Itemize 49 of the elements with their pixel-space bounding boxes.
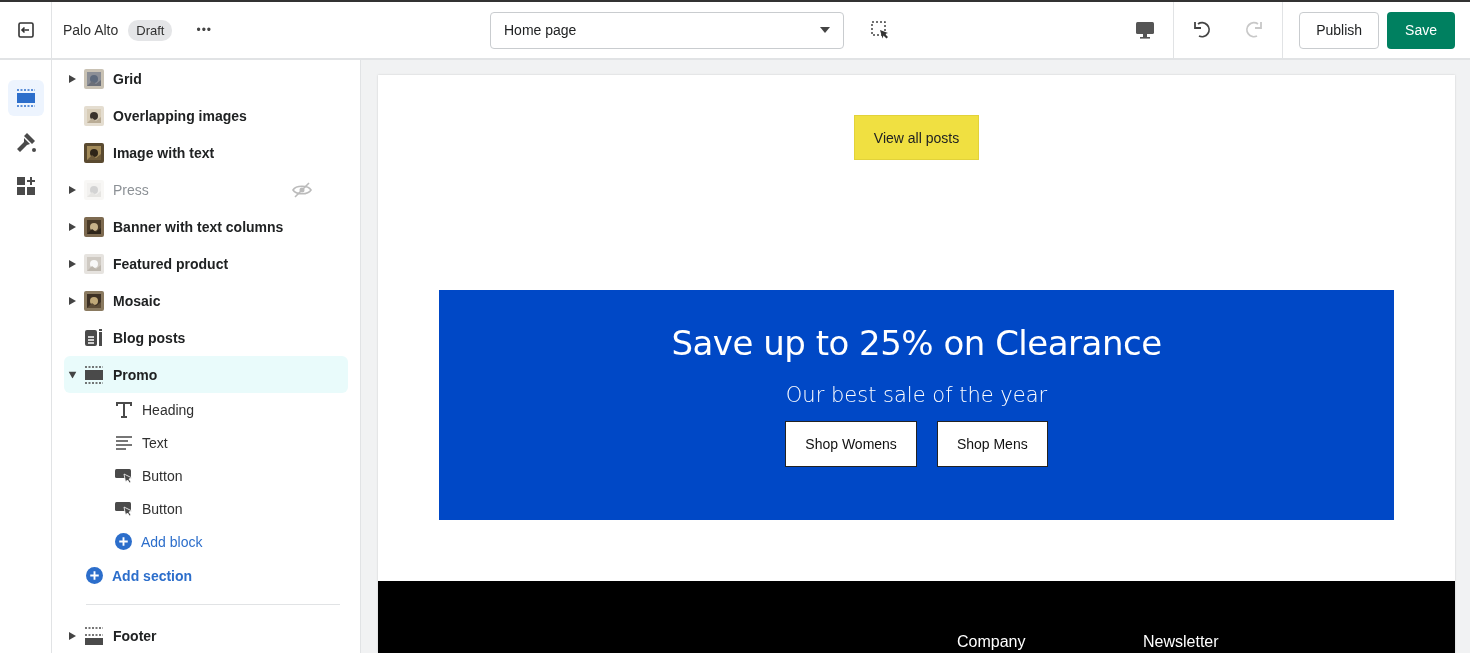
caret-icon[interactable] <box>69 259 76 268</box>
block-item[interactable]: Text <box>64 426 348 459</box>
footer-column-heading: Company <box>957 633 1026 651</box>
section-item[interactable]: Promo <box>64 356 348 393</box>
plus-circle-icon <box>115 533 132 550</box>
caret-icon[interactable] <box>69 631 76 640</box>
shop-button[interactable]: Shop Womens <box>785 421 917 467</box>
section-item[interactable]: Overlapping images <box>64 97 348 134</box>
publish-button[interactable]: Publish <box>1299 11 1380 49</box>
block-item[interactable]: Heading <box>64 393 348 426</box>
section-item[interactable]: Blog posts <box>64 319 348 356</box>
desktop-icon[interactable] <box>1135 21 1156 39</box>
status-badge: Draft <box>128 19 173 41</box>
caret-icon[interactable] <box>69 74 76 83</box>
view-all-posts-button[interactable]: View all posts <box>853 115 980 160</box>
store-name: Palo Alto <box>63 22 119 38</box>
footer-layout-icon <box>84 625 104 646</box>
text-t-icon <box>115 400 133 419</box>
shop-button[interactable]: Shop Mens <box>936 421 1048 467</box>
button-cursor-icon <box>115 467 133 484</box>
caret-icon[interactable] <box>69 185 76 194</box>
footer-column-heading: Newsletter <box>1143 633 1219 651</box>
more-button[interactable]: ••• <box>194 21 215 39</box>
button-cursor-icon <box>115 500 133 517</box>
caret-icon[interactable] <box>68 371 77 378</box>
section-item[interactable]: Image with text <box>64 134 348 171</box>
save-button[interactable]: Save <box>1387 11 1455 49</box>
block-item[interactable]: Button <box>64 492 348 525</box>
sections-icon[interactable] <box>7 80 44 116</box>
section-item[interactable]: Grid <box>64 60 348 97</box>
text-lines-icon <box>115 435 133 450</box>
add-block-link[interactable]: Add block <box>115 525 203 558</box>
caret-icon[interactable] <box>69 296 76 305</box>
section-item[interactable]: Featured product <box>64 245 348 282</box>
section-item[interactable]: Footer <box>64 617 348 653</box>
page-select[interactable]: Home page <box>490 11 844 49</box>
caret-icon <box>820 27 830 33</box>
promo-heading: Save up to 25% on Clearance <box>671 323 1162 363</box>
blog-posts-icon <box>84 327 104 348</box>
exit-icon[interactable] <box>15 20 36 40</box>
select-element-icon[interactable] <box>870 20 890 40</box>
promo-subheading: Our best sale of the year <box>785 383 1048 407</box>
section-item[interactable]: Banner with text columns <box>64 208 348 245</box>
section-layout-icon <box>84 364 104 385</box>
section-item[interactable]: Mosaic <box>64 282 348 319</box>
block-item[interactable]: Button <box>64 459 348 492</box>
caret-icon[interactable] <box>69 222 76 231</box>
add-section-link[interactable]: Add section <box>86 558 193 593</box>
plus-circle-icon <box>86 567 103 584</box>
